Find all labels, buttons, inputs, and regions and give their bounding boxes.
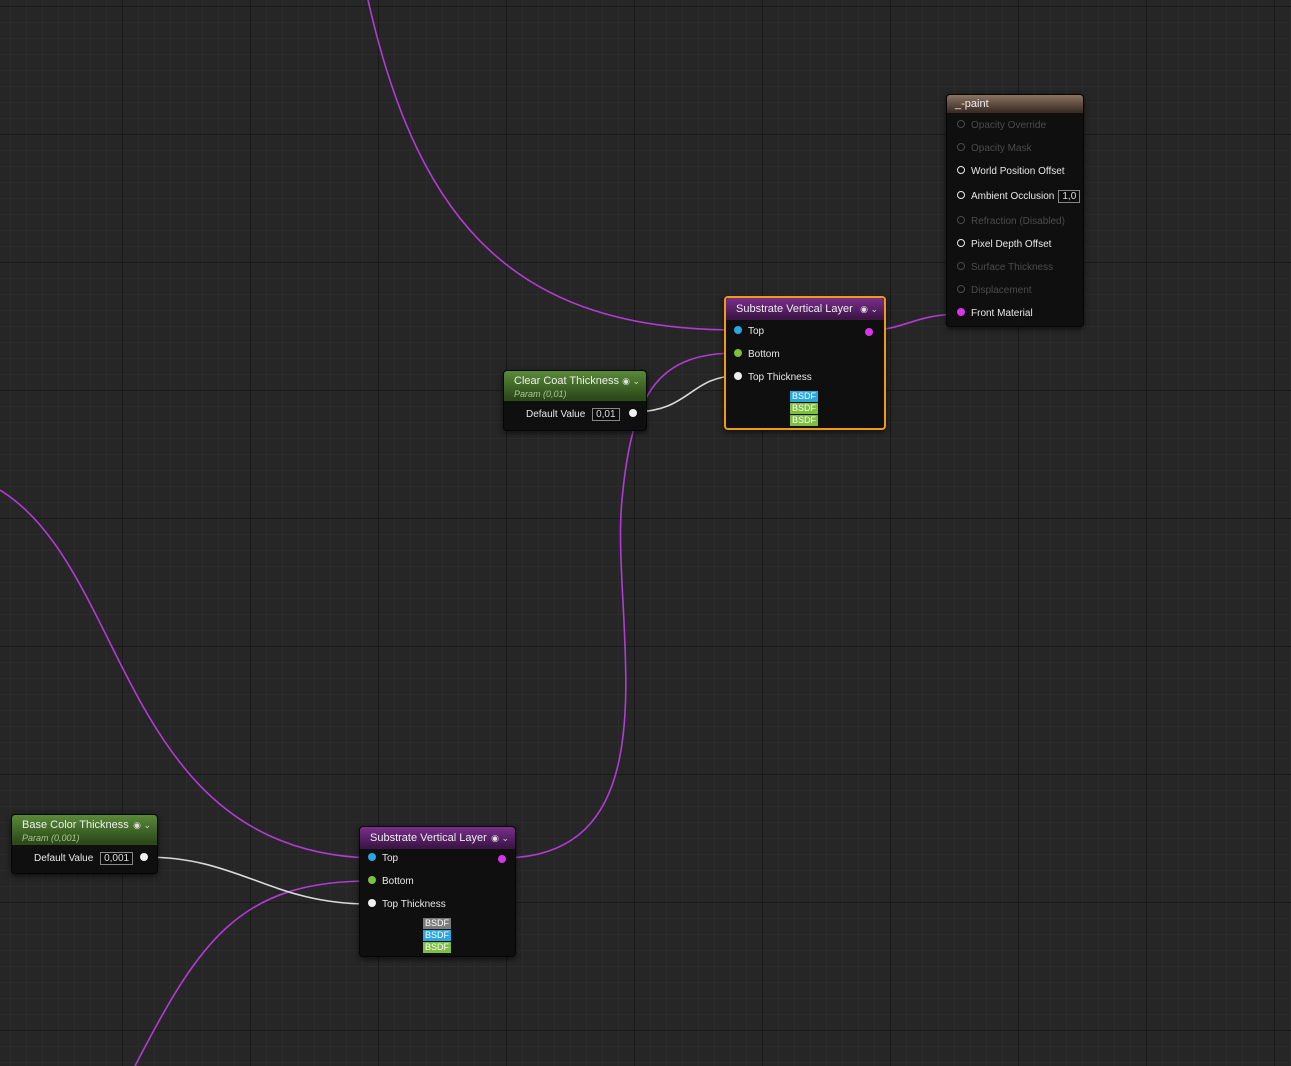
output-pin-icon[interactable] [498,855,506,863]
pin-circle-icon [368,899,376,908]
pin-top-thickness[interactable]: Top Thickness [368,898,446,912]
ambient-occlusion-value[interactable]: 1,0 [1058,190,1081,203]
wire-offscreen-to-top-layer-top [367,0,738,331]
pin-circle-icon [957,143,965,152]
wire-offscreen-to-bottom-layer-top [0,489,371,859]
pin-circle-icon [957,166,965,175]
circle-chevron-icon[interactable]: ◉ ⌄ [491,827,509,849]
default-value-input[interactable]: 0,01 [592,408,620,421]
output-pin-icon[interactable] [865,328,873,336]
pin-refraction: Refraction (Disabled) [957,215,1065,229]
bsdf-tag: BSDF [790,415,818,426]
bsdf-tag: BSDF [790,391,818,402]
default-value-row: Default Value 0,001 [34,852,134,866]
pin-surface-thickness: Surface Thickness [957,261,1053,275]
node-subtitle: Param (0,01) [514,389,567,399]
pin-front-material[interactable]: Front Material [957,307,1033,321]
pin-circle-icon [368,853,376,862]
pin-circle-icon [957,239,965,248]
bsdf-tag: BSDF [790,403,818,414]
node-title: Substrate Vertical Layer [370,832,487,844]
pin-circle-icon [368,876,376,885]
wire-basecolor-to-top-thickness [144,856,371,905]
pin-top-thickness[interactable]: Top Thickness [734,371,812,385]
substrate-vertical-layer-bottom-node[interactable]: Substrate Vertical Layer ◉ ⌄ Top Bottom … [359,826,516,957]
material-output-title: _-paint [947,95,1083,113]
pin-displacement: Displacement [957,284,1032,298]
node-title: Base Color Thickness [22,819,129,831]
connection-wires [0,0,962,1066]
substrate-vertical-layer-top-node[interactable]: Substrate Vertical Layer ◉ ⌄ Top Bottom … [724,296,886,430]
pin-ambient-occlusion[interactable]: Ambient Occlusion 1,0 [957,190,1081,204]
default-value-row: Default Value 0,01 [526,408,620,422]
node-header: Substrate Vertical Layer ◉ ⌄ [360,827,515,849]
wire-clearcoat-to-top-thickness [632,375,738,413]
wire-offscreen-to-bottom-layer-bottom [134,880,371,1066]
pin-bottom[interactable]: Bottom [368,875,414,889]
node-title: Clear Coat Thickness [514,375,619,387]
pin-circle-icon [957,285,965,294]
default-value-label: Default Value [526,409,586,420]
node-header: Clear Coat Thickness Param (0,01) ◉ ⌄ [504,371,646,401]
pin-top[interactable]: Top [734,325,764,339]
bsdf-tag: BSDF [423,918,451,929]
pin-circle-icon [957,308,965,317]
node-header: Base Color Thickness Param (0,001) ◉ ⌄ [12,815,157,845]
pin-top[interactable]: Top [368,852,398,866]
node-title: Substrate Vertical Layer [736,303,853,315]
pin-circle-icon [734,372,742,381]
bsdf-tag: BSDF [423,942,451,953]
pin-circle-icon [734,349,742,358]
bsdf-tag: BSDF [423,930,451,941]
pin-circle-icon [957,262,965,271]
node-header: Substrate Vertical Layer ◉ ⌄ [726,298,884,320]
default-value-label: Default Value [34,853,94,864]
pin-circle-icon [734,326,742,335]
pin-bottom[interactable]: Bottom [734,348,780,362]
pin-circle-icon [957,191,965,200]
material-output-node[interactable]: _-paint Opacity Override Opacity Mask Wo… [946,94,1084,327]
clear-coat-thickness-node[interactable]: Clear Coat Thickness Param (0,01) ◉ ⌄ De… [503,370,647,431]
circle-chevron-icon[interactable]: ◉ ⌄ [860,298,878,320]
pin-opacity-override: Opacity Override [957,119,1046,133]
pin-circle-icon [957,120,965,129]
output-pin-icon[interactable] [140,853,148,861]
pin-world-position-offset[interactable]: World Position Offset [957,165,1065,179]
circle-chevron-icon[interactable]: ◉ ⌄ [622,373,640,389]
pin-pixel-depth-offset[interactable]: Pixel Depth Offset [957,238,1051,252]
base-color-thickness-node[interactable]: Base Color Thickness Param (0,001) ◉ ⌄ D… [11,814,158,874]
output-pin-icon[interactable] [629,409,637,417]
pin-opacity-mask: Opacity Mask [957,142,1032,156]
pin-circle-icon [957,216,965,225]
node-subtitle: Param (0,001) [22,833,80,843]
circle-chevron-icon[interactable]: ◉ ⌄ [133,817,151,833]
default-value-input[interactable]: 0,001 [100,852,134,865]
